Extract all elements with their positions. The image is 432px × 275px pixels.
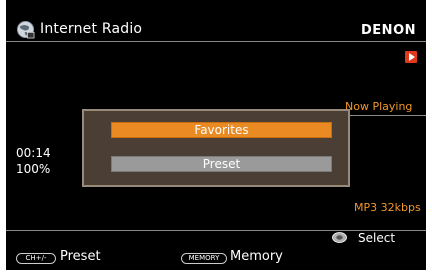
memory-hint: Memory [230,249,283,264]
favorites-button[interactable]: Favorites [111,122,332,138]
preset-hint: Preset [60,249,101,264]
brand-logo: DENON [361,23,416,38]
elapsed-time: 00:14 [16,146,51,160]
preset-menu-popup: Favorites Preset [82,109,350,187]
preset-button[interactable]: Preset [111,156,332,172]
ch-key-badge: CH+/- [16,253,56,264]
top-divider [6,41,426,42]
now-playing-label: Now Playing [345,100,413,113]
app-title: Internet Radio [40,21,143,37]
title-bar: Internet Radio DENON [6,0,426,41]
play-icon [405,51,417,63]
memory-key-badge: MEMORY [181,253,227,264]
buffer-percent: 100% [16,162,51,176]
now-playing-underline [340,115,426,116]
select-hint: Select [358,231,396,245]
dpad-icon [332,232,347,243]
codec-info: MP3 32kbps [354,201,421,214]
tv-screen: Internet Radio DENON Now Playing 00:14 1… [6,0,426,270]
globe-icon [16,20,35,39]
